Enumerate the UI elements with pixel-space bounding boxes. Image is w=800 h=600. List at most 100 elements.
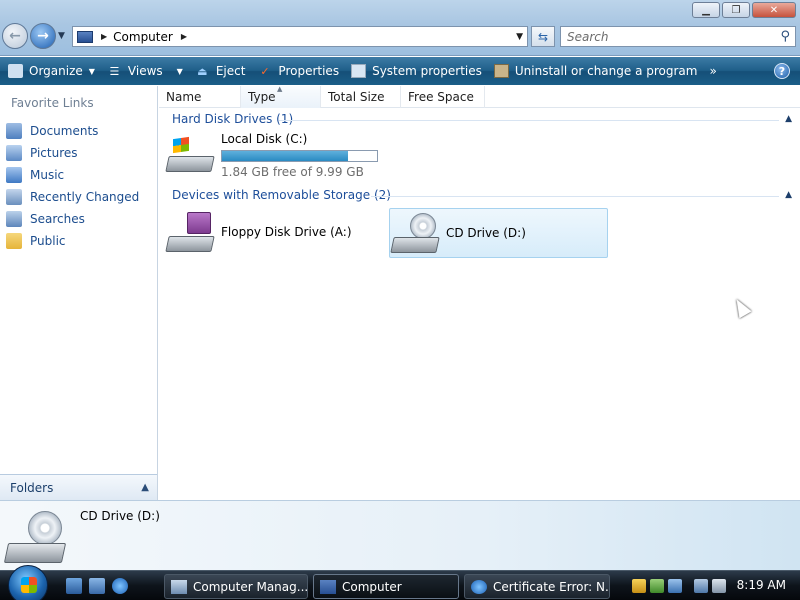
- taskbar-button-label: Computer: [342, 579, 402, 594]
- cd-drive-body: [390, 237, 440, 253]
- favorite-links-title: Favorite Links: [11, 96, 94, 110]
- breadcrumb-chevron-icon[interactable]: ▶: [181, 32, 187, 41]
- folders-toggle[interactable]: Folders ▲: [0, 474, 157, 500]
- public-folder-icon: [6, 233, 22, 249]
- views-label: Views: [127, 64, 163, 78]
- group-divider: [279, 120, 779, 121]
- breadcrumb-computer[interactable]: Computer: [113, 30, 173, 44]
- hard-disk-body: [165, 156, 215, 172]
- taskbar: Computer Manag... Computer Certificate E…: [0, 565, 800, 600]
- properties-checkmark-icon: ✓: [260, 64, 270, 78]
- computer-management-icon: [171, 579, 187, 594]
- properties-button[interactable]: ✓ Properties: [257, 64, 339, 78]
- eject-label: Eject: [215, 64, 246, 78]
- show-desktop-icon[interactable]: [66, 578, 82, 594]
- internet-explorer-icon[interactable]: [112, 578, 128, 594]
- switch-windows-icon[interactable]: [89, 578, 105, 594]
- windows-update-icon[interactable]: [668, 579, 682, 593]
- uninstall-icon: [493, 64, 509, 78]
- taskbar-button-computer-management[interactable]: Computer Manag...: [164, 574, 308, 599]
- chevron-up-icon: ▲: [141, 482, 149, 493]
- help-button[interactable]: ?: [774, 63, 790, 79]
- address-bar[interactable]: ▶ Computer ▶ ▼: [72, 26, 528, 47]
- drive-item-floppy[interactable]: Floppy Disk Drive (A:): [165, 208, 377, 256]
- drive-free-space: 1.84 GB free of 9.99 GB: [221, 165, 364, 179]
- hard-disk-icon: [165, 132, 215, 172]
- collapse-group-icon[interactable]: ▲: [785, 190, 792, 200]
- system-properties-label: System properties: [372, 64, 482, 78]
- search-input[interactable]: Search ⚲: [560, 26, 796, 47]
- taskbar-button-computer[interactable]: Computer: [313, 574, 459, 599]
- forward-arrow-icon: →: [37, 28, 49, 44]
- drive-item-cd[interactable]: CD Drive (D:): [389, 208, 608, 258]
- security-shield-icon[interactable]: [632, 579, 646, 593]
- back-button[interactable]: ←: [2, 23, 28, 49]
- taskbar-button-certificate-error[interactable]: Certificate Error: N...: [464, 574, 610, 599]
- searches-icon: [6, 211, 22, 227]
- column-header-free-space[interactable]: Free Space: [401, 86, 485, 108]
- floppy-drive-icon: [165, 212, 215, 252]
- properties-label: Properties: [278, 64, 340, 78]
- collapse-group-icon[interactable]: ▲: [785, 114, 792, 124]
- taskbar-button-label: Computer Manag...: [193, 579, 308, 594]
- organize-label: Organize: [29, 64, 83, 78]
- volume-muted-icon[interactable]: [712, 579, 726, 593]
- uninstall-program-button[interactable]: Uninstall or change a program: [493, 64, 698, 78]
- sidebar-item-documents[interactable]: Documents: [6, 120, 139, 142]
- eject-button[interactable]: ⏏ Eject: [195, 64, 246, 78]
- clock[interactable]: 8:19 AM: [737, 578, 786, 592]
- minimize-button[interactable]: ▁: [692, 2, 720, 18]
- views-button[interactable]: ☰ Views ▼: [107, 64, 183, 78]
- network-status-icon[interactable]: [650, 579, 664, 593]
- drive-name: Floppy Disk Drive (A:): [221, 225, 352, 239]
- sidebar-item-recently-changed[interactable]: Recently Changed: [6, 186, 139, 208]
- organize-button[interactable]: Organize ▼: [8, 64, 95, 78]
- more-commands-button[interactable]: »: [709, 64, 716, 78]
- navigation-pane: Favorite Links Documents Pictures Music …: [0, 86, 158, 500]
- sidebar-item-label: Documents: [30, 124, 99, 138]
- sort-ascending-icon: ▲: [277, 85, 283, 93]
- more-commands-icon: »: [709, 64, 717, 78]
- close-button[interactable]: ✕: [752, 2, 796, 18]
- uninstall-label: Uninstall or change a program: [514, 64, 698, 78]
- windows-logo-icon: [173, 136, 189, 154]
- column-header-label: Type: [248, 90, 276, 104]
- drive-item-local-disk[interactable]: Local Disk (C:) 1.84 GB free of 9.99 GB: [165, 132, 378, 179]
- drive-name: Local Disk (C:): [221, 132, 308, 146]
- disk-usage-bar: [221, 150, 378, 162]
- disk-usage-fill: [222, 151, 349, 161]
- group-header-hard-disk-drives[interactable]: Hard Disk Drives (1): [172, 112, 293, 126]
- cd-disc-icon: [410, 213, 436, 239]
- start-button[interactable]: [8, 565, 48, 600]
- forward-button[interactable]: →: [30, 23, 56, 49]
- network-connection-icon[interactable]: [694, 579, 708, 593]
- column-header-type[interactable]: ▲ Type: [241, 85, 321, 108]
- sidebar-item-pictures[interactable]: Pictures: [6, 142, 139, 164]
- views-icon: ☰: [109, 64, 120, 78]
- floppy-drive-body: [165, 236, 215, 252]
- title-bar: ▁ ❐ ✕ ← → ▼ ▶ Computer ▶ ▼ ⇆ Search ⚲: [0, 0, 800, 56]
- sidebar-item-music[interactable]: Music: [6, 164, 139, 186]
- refresh-button[interactable]: ⇆: [531, 26, 555, 47]
- column-header-label: Free Space: [408, 90, 474, 104]
- organize-dropdown-icon: ▼: [88, 66, 95, 76]
- address-dropdown-icon[interactable]: ▼: [516, 32, 523, 42]
- refresh-icon: ⇆: [537, 29, 549, 44]
- maximize-button[interactable]: ❐: [722, 2, 750, 18]
- views-dropdown-icon: ▼: [176, 66, 183, 76]
- column-header-name[interactable]: Name: [159, 86, 241, 108]
- column-header-total-size[interactable]: Total Size: [321, 86, 401, 108]
- system-properties-button[interactable]: System properties: [351, 64, 482, 78]
- computer-icon: [320, 579, 336, 594]
- sidebar-item-label: Public: [30, 234, 66, 248]
- floppy-disk-icon: [187, 212, 211, 234]
- details-pane: CD Drive (D:): [0, 500, 800, 570]
- search-icon[interactable]: ⚲: [780, 29, 790, 44]
- computer-icon: [77, 30, 93, 43]
- sidebar-item-searches[interactable]: Searches: [6, 208, 139, 230]
- recent-pages-dropdown[interactable]: ▼: [58, 31, 65, 41]
- breadcrumb-separator-icon[interactable]: ▶: [101, 32, 107, 41]
- group-header-removable-storage[interactable]: Devices with Removable Storage (2): [172, 188, 391, 202]
- column-headers: Name ▲ Type Total Size Free Space: [159, 85, 800, 108]
- sidebar-item-public[interactable]: Public: [6, 230, 139, 252]
